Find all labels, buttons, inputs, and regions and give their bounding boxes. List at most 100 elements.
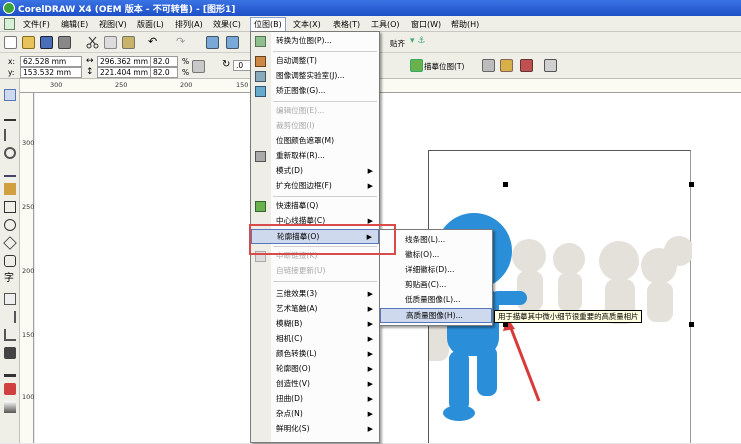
- export-icon[interactable]: [226, 36, 239, 49]
- outline-pen-icon[interactable]: [4, 365, 16, 377]
- menu-edit[interactable]: 编辑(E): [58, 18, 91, 31]
- open-icon[interactable]: [22, 36, 35, 49]
- width-icon: ↔: [86, 56, 94, 66]
- smart-fill-icon[interactable]: [4, 183, 16, 195]
- submenu-arrow-icon: ▶: [367, 290, 373, 298]
- selection-handle[interactable]: [503, 182, 508, 187]
- menu-item-contour[interactable]: 轮廓图(O) ▶: [251, 362, 379, 377]
- menu-item-3d-effects[interactable]: 三维效果(3) ▶: [251, 287, 379, 302]
- menu-separator: [273, 196, 377, 197]
- menu-item-resample[interactable]: 重新取样(R)...: [251, 149, 379, 164]
- submenu-arrow-icon: ▶: [367, 350, 373, 358]
- selection-handle[interactable]: [689, 322, 694, 327]
- vertical-ruler[interactable]: 300 250 200 150 100: [20, 93, 34, 443]
- paste-icon[interactable]: [122, 36, 135, 49]
- fill-tool-icon[interactable]: [4, 383, 16, 395]
- trace-bitmap-icon[interactable]: [410, 59, 423, 72]
- undo-icon[interactable]: ↶: [148, 36, 161, 49]
- text-tool-icon[interactable]: 字: [4, 273, 16, 285]
- menu-item-noise[interactable]: 杂点(N) ▶: [251, 407, 379, 422]
- menu-item-inflate-bitmap[interactable]: 扩充位图边框(F) ▶: [251, 179, 379, 194]
- menu-item-straighten-image[interactable]: 矫正图像(G)...: [251, 84, 379, 99]
- snap-to-label[interactable]: 贴齐: [390, 38, 405, 49]
- bitmap-options-icon[interactable]: [544, 59, 557, 72]
- menu-item-art-strokes[interactable]: 艺术笔触(A) ▶: [251, 302, 379, 317]
- menu-item-camera[interactable]: 相机(C) ▶: [251, 332, 379, 347]
- menu-bitmaps[interactable]: 位图(B): [250, 17, 286, 32]
- menu-item-color-transform[interactable]: 颜色转换(L) ▶: [251, 347, 379, 362]
- redo-icon[interactable]: ↷: [176, 36, 189, 49]
- menu-item-mode[interactable]: 模式(D) ▶: [251, 164, 379, 179]
- menu-text[interactable]: 文本(X): [290, 18, 324, 31]
- submenu-item-clipart[interactable]: 剪贴画(C)...: [380, 278, 492, 293]
- menu-item-crop-bitmap: 裁剪位图(I): [276, 121, 315, 130]
- menu-table[interactable]: 表格(T): [330, 18, 363, 31]
- print-icon[interactable]: [58, 36, 71, 49]
- scale-x-field[interactable]: 82.0: [150, 56, 178, 67]
- shape-tool-icon[interactable]: [4, 109, 16, 121]
- outline-trace-submenu: 线条图(L)... 徽标(O)... 详细徽标(D)... 剪贴画(C)... …: [379, 229, 493, 326]
- menu-window[interactable]: 窗口(W): [408, 18, 444, 31]
- freehand-tool-icon[interactable]: [4, 165, 16, 177]
- menu-help[interactable]: 帮助(H): [448, 18, 482, 31]
- horizontal-ruler[interactable]: 300 250 200 150: [20, 79, 741, 93]
- submenu-item-detailed-logo[interactable]: 详细徽标(D)...: [380, 263, 492, 278]
- dimension-tool-icon[interactable]: [4, 311, 16, 323]
- submenu-item-logo[interactable]: 徽标(O)...: [380, 248, 492, 263]
- crop-tool-icon[interactable]: [4, 129, 16, 141]
- menu-item-auto-adjust[interactable]: 自动调整(T): [251, 54, 379, 69]
- wrap-text-icon[interactable]: [500, 59, 513, 72]
- ruler-v-tick: 200: [22, 267, 35, 275]
- import-icon[interactable]: [206, 36, 219, 49]
- submenu-item-low-quality-image[interactable]: 低质量图像(L)...: [380, 293, 492, 308]
- menu-file[interactable]: 文件(F): [20, 18, 53, 31]
- scale-y-field[interactable]: 82.0: [150, 67, 178, 78]
- new-icon[interactable]: [4, 36, 17, 49]
- menu-item-sharpen[interactable]: 鲜明化(S) ▶: [251, 422, 379, 437]
- menu-item-convert-to-bitmap[interactable]: 转换为位图(P)...: [251, 34, 379, 49]
- menu-item-bitmap-color-mask[interactable]: 位图颜色遮罩(M): [251, 134, 379, 149]
- menu-effects[interactable]: 效果(C): [210, 18, 244, 31]
- menu-arrange[interactable]: 排列(A): [172, 18, 206, 31]
- snap-dropdown-icon[interactable]: ▾ ⚓: [410, 36, 425, 46]
- menu-item-creative[interactable]: 创造性(V) ▶: [251, 377, 379, 392]
- cut-icon[interactable]: [86, 36, 99, 49]
- document-icon[interactable]: [4, 18, 15, 30]
- menu-item-quick-trace[interactable]: 快速描摹(Q): [251, 199, 379, 214]
- eyedropper-icon[interactable]: [4, 347, 16, 359]
- pick-tool-icon[interactable]: [4, 89, 16, 101]
- rotation-field[interactable]: .0: [233, 60, 251, 71]
- menu-item-blur[interactable]: 模糊(B) ▶: [251, 317, 379, 332]
- trace-bitmap-button[interactable]: 描摹位图(T): [424, 61, 464, 72]
- menu-view[interactable]: 视图(V): [96, 18, 130, 31]
- color-mask-icon[interactable]: [520, 59, 533, 72]
- basic-shapes-icon[interactable]: [4, 255, 16, 267]
- rectangle-tool-icon[interactable]: [4, 201, 16, 213]
- submenu-item-line-art[interactable]: 线条图(L)...: [380, 233, 492, 248]
- selection-handle[interactable]: [689, 182, 694, 187]
- window-title: CorelDRAW X4 (OEM 版本 - 不可转售) - [图形1]: [18, 5, 236, 15]
- connector-tool-icon[interactable]: [4, 329, 16, 341]
- menu-tools[interactable]: 工具(O): [368, 18, 403, 31]
- table-tool-icon[interactable]: [4, 293, 16, 305]
- y-label: y:: [8, 68, 15, 77]
- y-position-field[interactable]: 153.532 mm: [20, 67, 82, 78]
- interactive-fill-icon[interactable]: [4, 401, 16, 413]
- tooltip: 用于描摹其中微小细节很重要的高质量相片: [494, 310, 643, 323]
- ruler-v-tick: 250: [22, 203, 35, 211]
- scale-x-percent: %: [182, 57, 190, 66]
- menu-item-update-from-link: 自链接更新(U): [276, 266, 326, 275]
- submenu-item-high-quality-image[interactable]: 高质量图像(H)...: [380, 308, 492, 323]
- ellipse-tool-icon[interactable]: [4, 219, 16, 231]
- zoom-tool-icon[interactable]: [4, 147, 16, 159]
- copy-icon[interactable]: [104, 36, 117, 49]
- polygon-tool-icon[interactable]: [3, 236, 17, 250]
- menu-item-distort[interactable]: 扭曲(D) ▶: [251, 392, 379, 407]
- lock-ratio-icon[interactable]: [192, 60, 205, 73]
- save-icon[interactable]: [40, 36, 53, 49]
- crop-bitmap-icon[interactable]: [482, 59, 495, 72]
- toolbox: 字: [0, 79, 20, 443]
- x-position-field[interactable]: 62.528 mm: [20, 56, 82, 67]
- menu-item-image-adjustment-lab[interactable]: 图像调整实验室(J)...: [251, 69, 379, 84]
- menu-layout[interactable]: 版面(L): [134, 18, 167, 31]
